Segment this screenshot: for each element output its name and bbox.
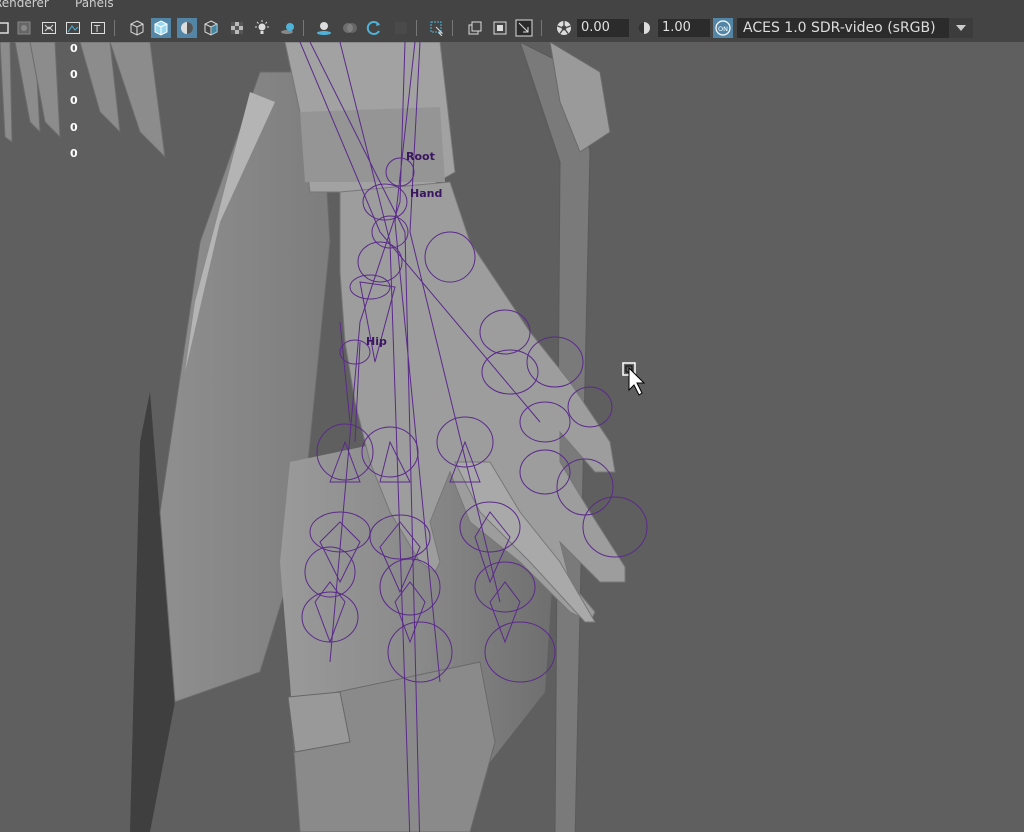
screen-space-ambient-occlusion-icon[interactable] bbox=[314, 18, 334, 38]
bookmarks-icon[interactable] bbox=[39, 18, 59, 38]
joint-label-hand: Hand bbox=[410, 187, 443, 200]
toolbar-separator bbox=[540, 20, 543, 36]
select-camera-icon[interactable] bbox=[0, 18, 12, 38]
mouse-cursor-icon bbox=[622, 362, 646, 396]
hud-value: 0 bbox=[70, 94, 78, 107]
joint-label-root: Root bbox=[406, 150, 435, 163]
color-management-icon[interactable]: ON bbox=[713, 18, 733, 38]
hair-mesh bbox=[0, 42, 166, 159]
use-all-lights-icon[interactable] bbox=[252, 18, 272, 38]
hud-value: 0 bbox=[70, 121, 78, 134]
default-material-icon[interactable] bbox=[201, 18, 221, 38]
hud-value: 0 bbox=[70, 68, 78, 81]
color-space-label: ACES 1.0 SDR-video (sRGB) bbox=[743, 20, 936, 36]
gamma-icon[interactable] bbox=[634, 18, 654, 38]
toolbar-separator bbox=[302, 20, 305, 36]
motion-blur-icon[interactable] bbox=[340, 18, 360, 38]
wireframe-on-shaded-icon[interactable] bbox=[177, 18, 197, 38]
toolbar-separator bbox=[415, 20, 418, 36]
smooth-shade-all-icon[interactable] bbox=[151, 18, 171, 38]
xray-icon[interactable] bbox=[227, 18, 247, 38]
image-plane-icon[interactable] bbox=[63, 18, 83, 38]
resolution-gate-icon[interactable] bbox=[514, 18, 534, 38]
wireframe-icon[interactable] bbox=[127, 18, 147, 38]
shadows-icon[interactable] bbox=[278, 18, 298, 38]
anti-aliasing-icon[interactable] bbox=[364, 18, 384, 38]
3d-viewport[interactable]: 0 0 0 0 0 Root Hand Hip bbox=[0, 42, 1024, 832]
gamma-field[interactable]: 1.00 bbox=[658, 19, 710, 37]
camera-attributes-icon[interactable] bbox=[14, 18, 34, 38]
panel-toolbar: T 0.00 1.00 ON ACES 1.0 SDR-video (sRGB) bbox=[0, 14, 1024, 43]
exposure-icon[interactable] bbox=[554, 18, 574, 38]
chevron-down-icon[interactable] bbox=[949, 18, 973, 38]
menu-bar: Renderer Panels bbox=[0, 0, 1024, 14]
scene-render bbox=[0, 42, 648, 832]
svg-text:T: T bbox=[93, 24, 101, 35]
exposure-field[interactable]: 0.00 bbox=[577, 19, 629, 37]
film-gate-icon[interactable] bbox=[490, 18, 510, 38]
hud-value: 0 bbox=[70, 147, 78, 160]
xray-active-components-icon[interactable] bbox=[465, 18, 485, 38]
toolbar-separator bbox=[113, 20, 116, 36]
isolate-select-icon[interactable] bbox=[391, 18, 411, 38]
hud-value: 0 bbox=[70, 42, 78, 55]
joint-label-hip: Hip bbox=[366, 335, 387, 348]
toolbar-separator bbox=[451, 20, 454, 36]
menu-panels[interactable]: Panels bbox=[75, 0, 114, 9]
2d-pan-zoom-icon[interactable]: T bbox=[88, 18, 108, 38]
menu-renderer[interactable]: Renderer bbox=[0, 0, 49, 9]
xray-joints-icon[interactable] bbox=[427, 18, 447, 38]
color-management-badge: ON bbox=[718, 25, 728, 33]
color-space-dropdown[interactable]: ACES 1.0 SDR-video (sRGB) bbox=[737, 18, 973, 38]
